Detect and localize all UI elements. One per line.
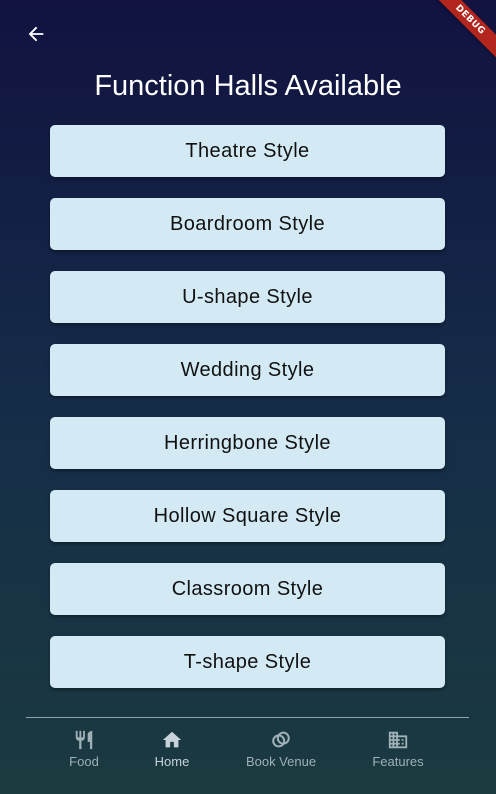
hollow-square-style-button[interactable]: Hollow Square Style [50, 490, 445, 542]
restaurant-icon [72, 728, 96, 752]
nav-label-home: Home [154, 754, 190, 769]
wedding-style-button[interactable]: Wedding Style [50, 344, 445, 396]
nav-item-food[interactable]: Food [39, 728, 129, 769]
bottom-nav-divider [26, 717, 469, 718]
home-icon [160, 728, 184, 752]
hall-style-list: Theatre Style Boardroom Style U-shape St… [50, 125, 445, 688]
nav-item-book-venue[interactable]: Book Venue [236, 728, 326, 769]
herringbone-style-button[interactable]: Herringbone Style [50, 417, 445, 469]
boardroom-style-button[interactable]: Boardroom Style [50, 198, 445, 250]
rings-icon [269, 728, 293, 752]
arrow-left-icon [28, 26, 44, 42]
nav-label-book-venue: Book Venue [245, 754, 317, 769]
nav-item-features[interactable]: Features [353, 728, 443, 769]
bottom-navigation: Food Home Book Venue Features [0, 728, 496, 776]
u-shape-style-button[interactable]: U-shape Style [50, 271, 445, 323]
page-title: Function Halls Available [94, 70, 402, 102]
function-halls-screen: DEBUG Function Halls Available Theatre S… [0, 0, 496, 794]
t-shape-style-button[interactable]: T-shape Style [50, 636, 445, 688]
theatre-style-button[interactable]: Theatre Style [50, 125, 445, 177]
building-icon [386, 728, 410, 752]
classroom-style-button[interactable]: Classroom Style [50, 563, 445, 615]
nav-item-home[interactable]: Home [127, 728, 217, 769]
nav-label-features: Features [372, 754, 424, 769]
back-button[interactable] [22, 20, 50, 48]
debug-banner: DEBUG [421, 0, 496, 69]
nav-label-food: Food [69, 754, 99, 769]
